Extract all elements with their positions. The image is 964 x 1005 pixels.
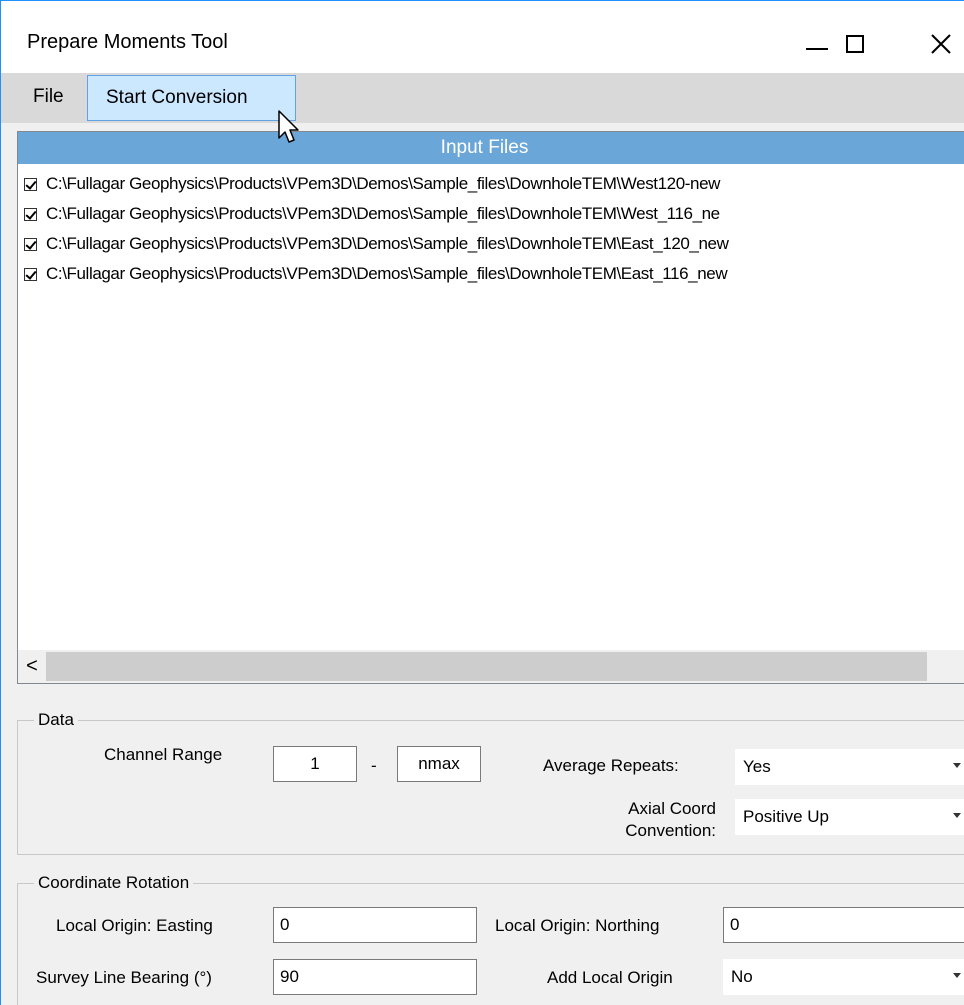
title-bar: Prepare Moments Tool xyxy=(1,1,964,73)
file-path: C:\Fullagar Geophysics\Products\VPem3D\D… xyxy=(46,234,729,253)
file-path: C:\Fullagar Geophysics\Products\VPem3D\D… xyxy=(46,174,721,193)
survey-line-bearing-input[interactable]: 90 xyxy=(273,959,477,995)
scrollbar-thumb[interactable] xyxy=(46,652,927,681)
file-checkbox[interactable] xyxy=(24,237,37,251)
axial-coord-select[interactable]: Positive Up xyxy=(735,799,964,835)
data-group-legend: Data xyxy=(34,709,78,731)
axial-coord-label: Axial Coord Convention: xyxy=(560,798,716,842)
chevron-down-icon[interactable] xyxy=(953,763,961,768)
mouse-cursor-icon xyxy=(278,110,299,143)
coordinate-rotation-legend: Coordinate Rotation xyxy=(34,872,194,894)
channel-from-input[interactable]: 1 xyxy=(273,746,357,782)
horizontal-scrollbar[interactable]: < xyxy=(18,650,964,683)
add-local-origin-label: Add Local Origin xyxy=(547,968,673,987)
window-title: Prepare Moments Tool xyxy=(27,31,228,53)
list-item[interactable]: C:\Fullagar Geophysics\Products\VPem3D\D… xyxy=(24,229,963,259)
add-local-origin-select[interactable]: No xyxy=(723,959,964,995)
easting-input[interactable]: 0 xyxy=(273,907,477,943)
scroll-left-icon[interactable]: < xyxy=(18,650,46,683)
axial-coord-label-line1: Axial Coord xyxy=(628,799,716,818)
chevron-down-icon[interactable] xyxy=(953,813,961,818)
close-icon xyxy=(931,34,951,54)
axial-coord-value: Positive Up xyxy=(743,807,829,826)
average-repeats-label: Average Repeats: xyxy=(543,756,679,775)
file-path: C:\Fullagar Geophysics\Products\VPem3D\D… xyxy=(46,264,728,283)
survey-line-bearing-label: Survey Line Bearing (°) xyxy=(36,968,212,987)
northing-input[interactable]: 0 xyxy=(723,907,964,943)
menu-start-conversion[interactable]: Start Conversion xyxy=(87,75,296,121)
average-repeats-select[interactable]: Yes xyxy=(735,749,964,785)
menu-file[interactable]: File xyxy=(12,73,74,121)
list-item[interactable]: C:\Fullagar Geophysics\Products\VPem3D\D… xyxy=(24,169,963,199)
maximize-button[interactable] xyxy=(819,15,891,73)
input-files-list[interactable]: Input Files C:\Fullagar Geophysics\Produ… xyxy=(17,131,964,684)
file-checkbox[interactable] xyxy=(24,177,37,191)
file-checkbox[interactable] xyxy=(24,267,37,281)
northing-label: Local Origin: Northing xyxy=(495,916,660,935)
range-separator: - xyxy=(371,756,377,775)
list-item[interactable]: C:\Fullagar Geophysics\Products\VPem3D\D… xyxy=(24,259,963,289)
easting-label: Local Origin: Easting xyxy=(56,916,213,935)
chevron-down-icon[interactable] xyxy=(953,973,961,978)
axial-coord-label-line2: Convention: xyxy=(625,821,716,840)
input-files-header[interactable]: Input Files xyxy=(18,132,964,164)
channel-to-input[interactable]: nmax xyxy=(397,746,481,782)
file-checkbox[interactable] xyxy=(24,207,37,221)
file-path: C:\Fullagar Geophysics\Products\VPem3D\D… xyxy=(46,204,720,223)
add-local-origin-value: No xyxy=(731,967,753,986)
maximize-icon xyxy=(846,35,864,53)
list-item[interactable]: C:\Fullagar Geophysics\Products\VPem3D\D… xyxy=(24,199,963,229)
channel-range-label: Channel Range xyxy=(104,745,223,764)
average-repeats-value: Yes xyxy=(743,757,771,776)
close-button[interactable] xyxy=(905,15,964,73)
menu-bar: File Start Conversion xyxy=(1,73,964,123)
